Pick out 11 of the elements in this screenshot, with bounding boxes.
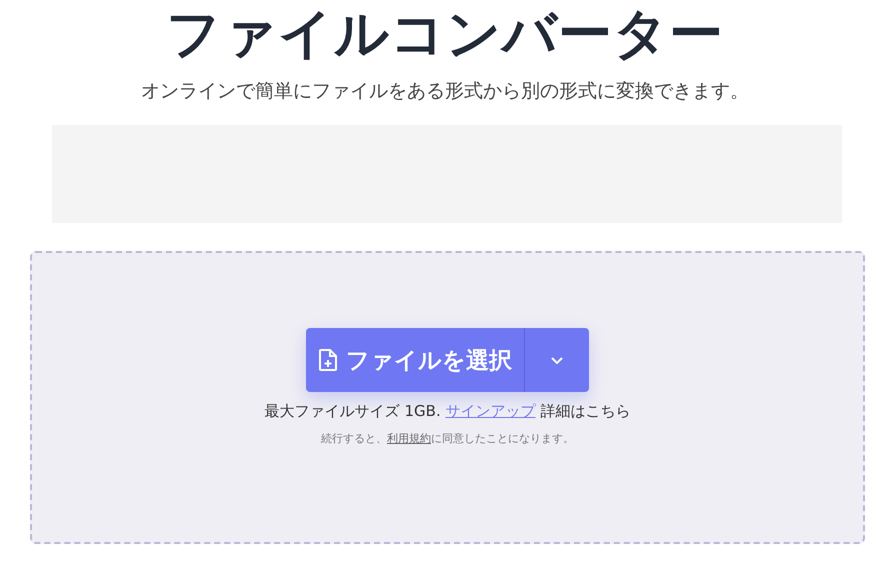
terms-note: 続行すると、利用規約に同意したことになります。 bbox=[321, 431, 574, 446]
terms-link[interactable]: 利用規約 bbox=[387, 432, 431, 445]
file-size-note: 最大ファイルサイズ 1GB. サインアップ 詳細はこちら bbox=[264, 402, 630, 421]
drop-zone[interactable]: ファイルを選択 最大ファイルサイズ 1GB. サインアップ 詳細はこちら 続行すると、利用規約に同意したことになります。 bbox=[30, 251, 865, 544]
file-plus-icon bbox=[318, 348, 338, 372]
page-title: ファイルコンバーター bbox=[165, 1, 725, 64]
signup-link[interactable]: サインアップ bbox=[446, 402, 536, 420]
choose-file-button[interactable]: ファイルを選択 bbox=[306, 328, 525, 392]
dropdown-button[interactable] bbox=[525, 328, 589, 392]
page-subtitle: オンラインで簡単にファイルをある形式から別の形式に変換できます。 bbox=[140, 79, 750, 104]
chevron-down-icon bbox=[550, 356, 564, 364]
